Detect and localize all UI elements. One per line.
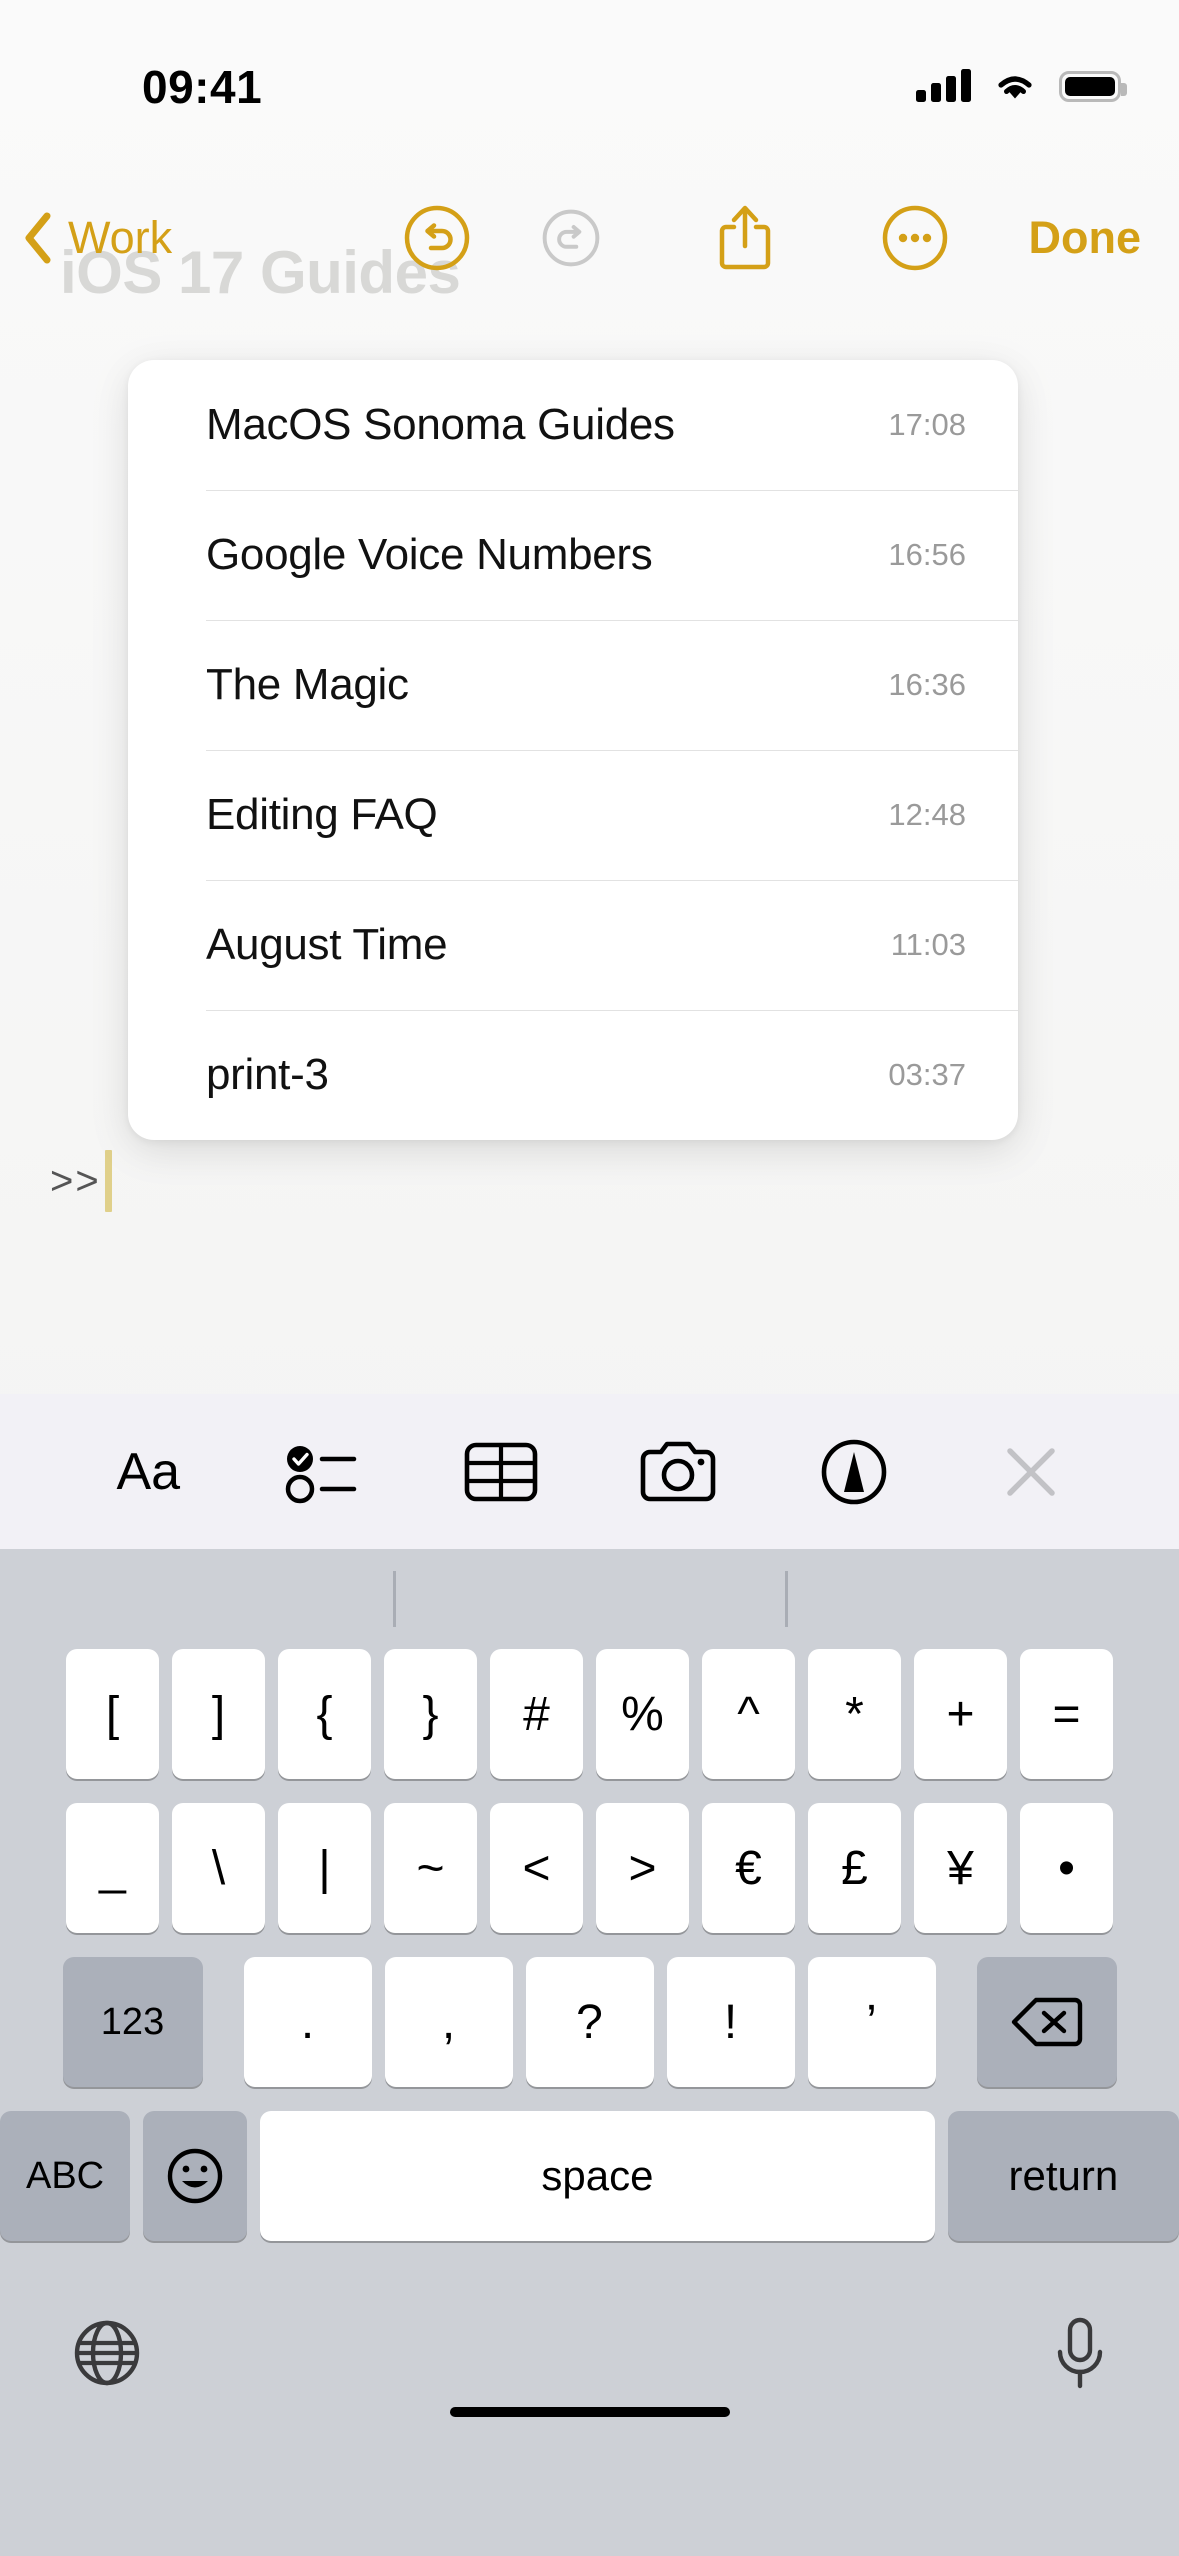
key-apostrophe[interactable]: ’ — [807, 1957, 936, 2087]
keyboard-row-4: ABC space return — [0, 2111, 1179, 2241]
key-percent[interactable]: % — [596, 1649, 689, 1779]
more-ellipsis-icon — [882, 205, 948, 271]
camera-icon[interactable] — [623, 1422, 733, 1522]
key-euro[interactable]: € — [702, 1803, 795, 1933]
key-space[interactable]: space — [260, 2111, 935, 2241]
key-equals[interactable]: = — [1020, 1649, 1113, 1779]
redo-icon — [542, 209, 600, 267]
list-item[interactable]: The Magic 16:36 — [128, 620, 1018, 750]
notes-app-screen: 09:41 iOS 17 Guides Work Done MacOS Sono… — [0, 0, 1179, 2556]
key-pound[interactable]: £ — [808, 1803, 901, 1933]
key-abc-switch[interactable]: ABC — [0, 2111, 131, 2241]
keyboard-cursor-bar — [0, 1549, 1179, 1649]
list-item[interactable]: Editing FAQ 12:48 — [128, 750, 1018, 880]
microphone-icon — [1057, 2317, 1103, 2388]
list-item-title: August Time — [206, 920, 448, 969]
software-keyboard: [ ] { } # % ^ * + = _ \ | ~ < > € £ ¥ • … — [0, 1549, 1179, 2556]
list-item-title: The Magic — [206, 660, 409, 709]
key-backspace[interactable] — [976, 1957, 1117, 2087]
key-underscore[interactable]: _ — [66, 1803, 159, 1933]
keyboard-row-3: 123 . , ? ! ’ — [0, 1957, 1179, 2087]
key-brace-left[interactable]: { — [278, 1649, 371, 1779]
list-item-time: 03:37 — [888, 1057, 966, 1092]
globe-icon — [74, 2320, 140, 2385]
key-emoji[interactable] — [143, 2111, 248, 2241]
keyboard-row-2: _ \ | ~ < > € £ ¥ • — [0, 1803, 1179, 1933]
key-bracket-left[interactable]: [ — [66, 1649, 159, 1779]
key-bracket-right[interactable]: ] — [172, 1649, 265, 1779]
keyboard-row-1: [ ] { } # % ^ * + = — [0, 1649, 1179, 1779]
list-item-time: 11:03 — [890, 927, 966, 962]
key-yen[interactable]: ¥ — [914, 1803, 1007, 1933]
cursor-tick-right — [785, 1571, 788, 1627]
text-caret — [104, 1150, 112, 1212]
done-button[interactable]: Done — [1029, 188, 1142, 288]
redo-button[interactable] — [542, 209, 600, 267]
keyboard-bottom-bar — [0, 2265, 1179, 2445]
markup-pen-icon[interactable] — [799, 1422, 909, 1522]
status-bar-time: 09:41 — [142, 61, 263, 113]
key-numeric-switch[interactable]: 123 — [62, 1957, 203, 2087]
wifi-icon — [998, 76, 1032, 99]
list-item[interactable]: MacOS Sonoma Guides 17:08 — [128, 360, 1018, 490]
done-button-label: Done — [1028, 212, 1142, 263]
list-item-title: print-3 — [206, 1050, 329, 1099]
battery-full-icon — [1059, 71, 1127, 102]
format-aa-icon[interactable]: Aa — [93, 1422, 203, 1522]
format-aa-label: Aa — [116, 1442, 181, 1501]
keyboard-accessory-toolbar: Aa — [0, 1394, 1179, 1549]
key-hash[interactable]: # — [490, 1649, 583, 1779]
back-button-label: Work — [68, 212, 173, 263]
status-bar: 09:41 — [0, 0, 1179, 113]
share-button[interactable] — [712, 200, 778, 276]
key-tilde[interactable]: ~ — [384, 1803, 477, 1933]
home-indicator — [449, 2407, 730, 2417]
navigation-toolbar: Work Done — [0, 188, 1179, 288]
note-body-text: >> — [50, 1158, 101, 1203]
list-item-time: 12:48 — [888, 797, 966, 832]
undo-icon — [404, 205, 470, 271]
key-less-than[interactable]: < — [490, 1803, 583, 1933]
key-asterisk[interactable]: * — [808, 1649, 901, 1779]
dictation-button[interactable] — [1051, 2314, 1109, 2397]
more-options-button[interactable] — [882, 205, 948, 271]
key-comma[interactable]: , — [384, 1957, 513, 2087]
key-brace-right[interactable]: } — [384, 1649, 477, 1779]
close-keyboard-icon[interactable] — [976, 1422, 1086, 1522]
share-icon — [719, 205, 771, 270]
list-item[interactable]: print-3 03:37 — [128, 1010, 1018, 1140]
list-item[interactable]: Google Voice Numbers 16:56 — [128, 490, 1018, 620]
list-item-title: Google Voice Numbers — [206, 530, 653, 579]
key-plus[interactable]: + — [914, 1649, 1007, 1779]
key-backslash[interactable]: \ — [172, 1803, 265, 1933]
list-item-time: 17:08 — [888, 407, 966, 442]
globe-language-button[interactable] — [70, 2316, 144, 2395]
key-pipe[interactable]: | — [278, 1803, 371, 1933]
cursor-tick-left — [393, 1571, 396, 1627]
list-item[interactable]: August Time 11:03 — [128, 880, 1018, 1010]
table-icon[interactable] — [446, 1422, 556, 1522]
key-period[interactable]: . — [243, 1957, 372, 2087]
key-caret[interactable]: ^ — [702, 1649, 795, 1779]
key-middot[interactable]: • — [1020, 1803, 1113, 1933]
list-item-time: 16:56 — [888, 537, 966, 572]
key-greater-than[interactable]: > — [596, 1803, 689, 1933]
back-button-work[interactable]: Work — [22, 188, 172, 288]
emoji-smiley-icon — [167, 2148, 223, 2204]
key-question[interactable]: ? — [525, 1957, 654, 2087]
list-item-title: MacOS Sonoma Guides — [206, 400, 675, 449]
checklist-icon[interactable] — [270, 1422, 380, 1522]
undo-button[interactable] — [404, 205, 470, 271]
chevron-left-icon — [25, 212, 51, 264]
note-body-line[interactable]: >> — [50, 1150, 112, 1212]
cellular-bars-icon — [916, 68, 971, 102]
list-item-time: 16:36 — [888, 667, 966, 702]
linked-notes-popover: MacOS Sonoma Guides 17:08 Google Voice N… — [128, 360, 1018, 1140]
list-item-title: Editing FAQ — [206, 790, 438, 839]
backspace-icon — [1011, 1997, 1082, 2047]
key-exclamation[interactable]: ! — [666, 1957, 795, 2087]
status-bar-indicators — [916, 62, 1127, 102]
key-return[interactable]: return — [947, 2111, 1179, 2241]
